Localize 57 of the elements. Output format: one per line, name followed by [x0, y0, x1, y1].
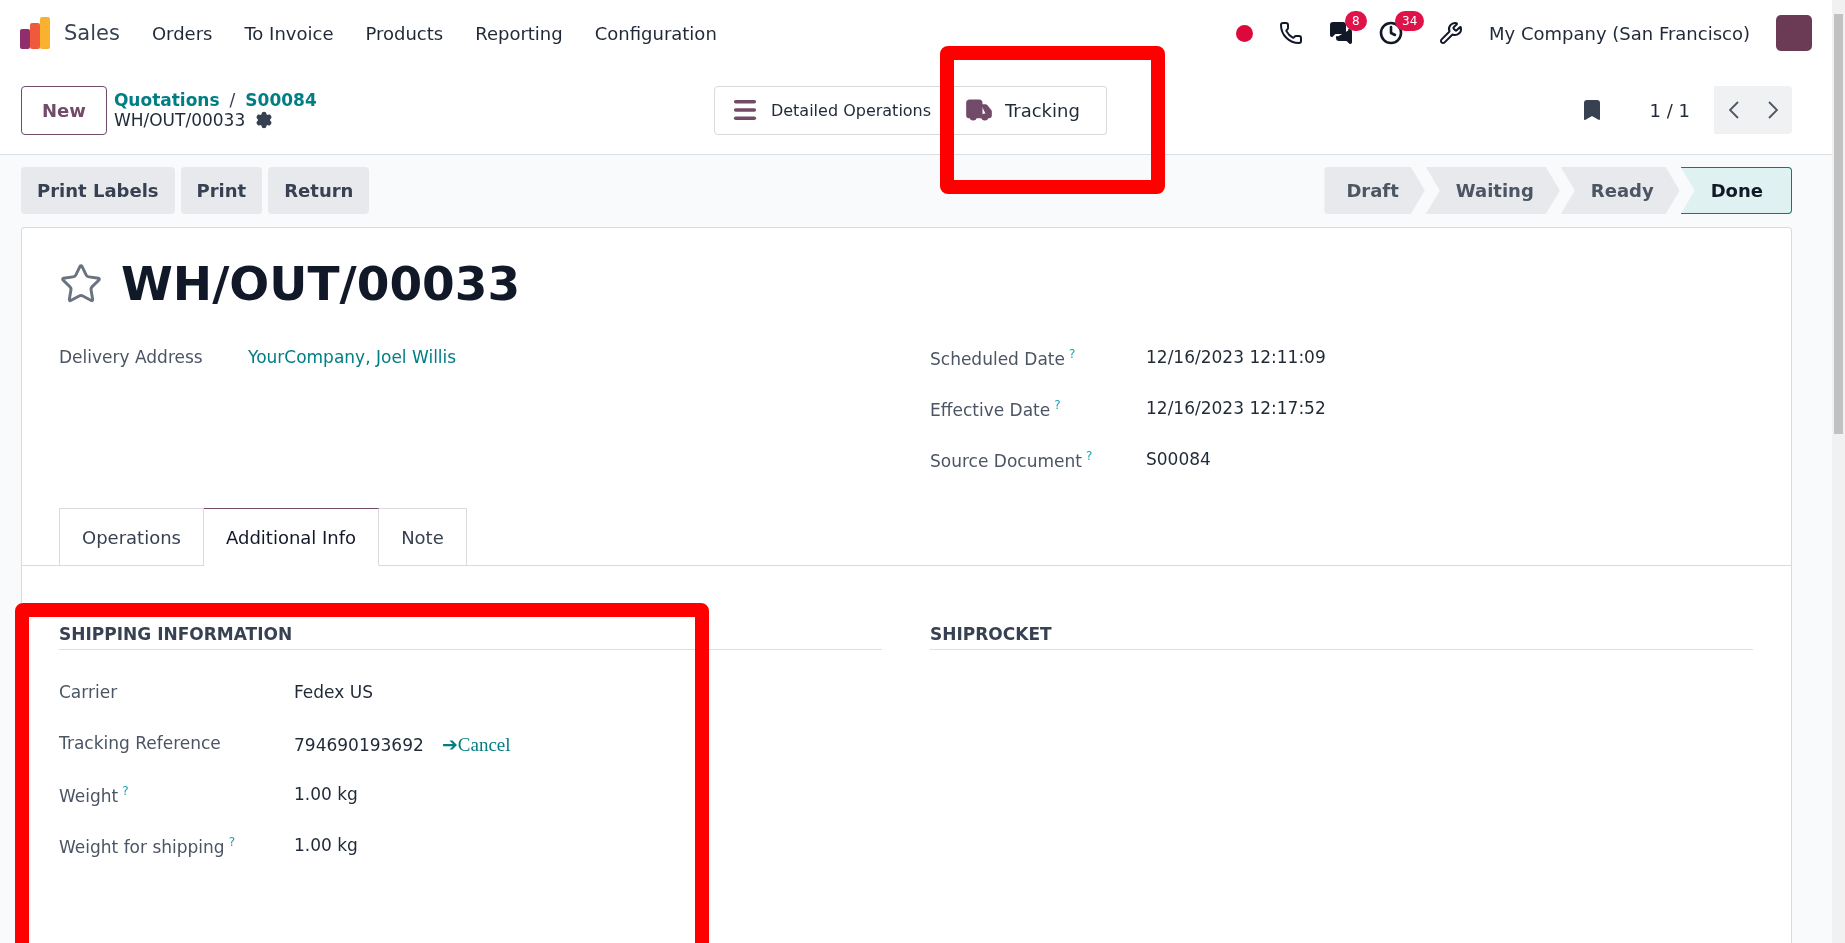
- field-link[interactable]: YourCompany, Joel Willis: [248, 347, 457, 367]
- field-label: Source Document $^{?}$: [930, 449, 1094, 471]
- menu-item[interactable]: Reporting: [459, 22, 579, 44]
- field-label: Delivery Address: [59, 347, 204, 367]
- app-logo-icon: [20, 17, 50, 49]
- status-dot-icon[interactable]: [1236, 24, 1254, 42]
- breadcrumb-link[interactable]: S00084: [245, 90, 317, 110]
- tools-icon[interactable]: [1439, 21, 1464, 45]
- status-step[interactable]: Done: [1680, 167, 1792, 214]
- field-label: Tracking Reference: [59, 733, 222, 753]
- status-step[interactable]: Waiting: [1425, 167, 1560, 214]
- previous-button[interactable]: [1714, 86, 1753, 134]
- field-label: Weight $^{?}$: [59, 784, 130, 806]
- action-button[interactable]: Print Labels: [21, 167, 175, 214]
- activity-count: 34: [1395, 11, 1425, 31]
- new-button[interactable]: New: [21, 85, 107, 135]
- field-value: 12/16/2023 12:17:52: [1146, 398, 1326, 418]
- record-name: WH/OUT/00033: [113, 110, 246, 130]
- chevron-right-icon: [1767, 101, 1778, 119]
- phone-icon[interactable]: [1279, 21, 1304, 45]
- settings-icon[interactable]: [255, 111, 274, 129]
- pager-value[interactable]: 1 / 1: [1649, 99, 1690, 121]
- field-label: Carrier: [59, 682, 119, 702]
- chat-icon[interactable]: [1329, 21, 1354, 45]
- field-value: S00084: [1146, 449, 1211, 469]
- field-label: Scheduled Date $^{?}$: [930, 347, 1077, 369]
- section-title: SHIPROCKET: [930, 624, 1753, 650]
- menu-item[interactable]: Orders: [135, 22, 229, 44]
- menu-item[interactable]: Configuration: [578, 22, 733, 44]
- status-step[interactable]: Draft: [1324, 167, 1425, 214]
- form-tab[interactable]: Note: [379, 508, 467, 566]
- company-name[interactable]: My Company (San Francisco): [1489, 22, 1750, 44]
- menu-item[interactable]: To Invoice: [228, 22, 350, 44]
- scrollbar[interactable]: [1832, 0, 1845, 943]
- message-count: 8: [1345, 11, 1367, 31]
- record-title: WH/OUT/00033: [121, 256, 521, 311]
- field-value: 1.00 kg: [294, 784, 358, 804]
- section-title: SHIPPING INFORMATION: [59, 624, 882, 650]
- menu-item[interactable]: Products: [349, 22, 460, 44]
- cancel-link[interactable]: ➔Cancel: [441, 733, 511, 756]
- status-step[interactable]: Ready: [1560, 167, 1680, 214]
- field-label: Effective Date $^{?}$: [930, 398, 1062, 420]
- field-value: 12/16/2023 12:11:09: [1146, 347, 1326, 367]
- app-name[interactable]: Sales: [64, 21, 120, 45]
- clock-icon[interactable]: [1379, 21, 1404, 45]
- form-tab[interactable]: Additional Info: [203, 508, 380, 566]
- field-value: 794690193692: [294, 735, 424, 755]
- breadcrumb-separator: /: [229, 90, 236, 110]
- field-value: Fedex US: [294, 682, 373, 702]
- next-button[interactable]: [1753, 86, 1792, 134]
- field-label: Weight for shipping $^{?}$: [59, 835, 236, 857]
- chevron-left-icon: [1728, 101, 1739, 119]
- breadcrumb-link[interactable]: Quotations: [113, 90, 220, 110]
- form-tab[interactable]: Operations: [59, 508, 204, 566]
- action-button[interactable]: Print: [180, 167, 263, 214]
- action-button[interactable]: Return: [268, 167, 370, 214]
- field-value: 1.00 kg: [294, 835, 358, 855]
